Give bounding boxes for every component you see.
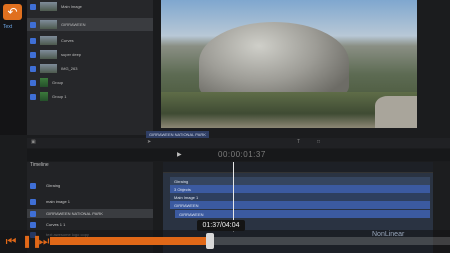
row-label: main image 1 [46, 199, 71, 204]
row-checkbox[interactable] [30, 182, 36, 189]
layer-name: Group 1 [52, 94, 67, 99]
layer-checkbox[interactable] [30, 3, 36, 10]
layer-checkbox[interactable] [30, 37, 36, 44]
title-overlay: GIRRAWEEN NATIONAL PARK [146, 131, 209, 138]
layer-name: IMG_263 [61, 66, 78, 71]
layer-checkbox[interactable] [30, 79, 36, 86]
row-label: Curves 1 1 [46, 222, 66, 227]
layer-name: Group [52, 80, 64, 85]
layer-item[interactable]: IMG_263 [27, 62, 153, 75]
canvas-viewer[interactable] [161, 0, 417, 128]
skip-forward-icon[interactable]: ⏭ [38, 234, 50, 248]
layer-item[interactable]: Group [27, 76, 153, 89]
select-tool-icon[interactable]: ➤ [147, 139, 151, 145]
layer-checkbox[interactable] [30, 93, 36, 100]
group-thumbnail [40, 92, 48, 101]
view-icon[interactable]: ▣ [31, 139, 36, 145]
back-icon[interactable]: ↶ [3, 4, 22, 20]
progress-fill [50, 237, 210, 245]
brand-logo: NonLinear [372, 231, 405, 238]
layer-name: super deep [61, 52, 82, 57]
layer-thumbnail [40, 2, 57, 11]
skip-back-icon[interactable]: ⏮ [5, 234, 17, 248]
timeline-row[interactable]: main image 1 [27, 197, 153, 206]
shape-tool-icon[interactable]: □ [317, 139, 320, 145]
row-checkbox[interactable] [30, 210, 36, 217]
row-checkbox[interactable] [30, 198, 36, 205]
row-label: GIRRAWEEN NATIONAL PARK [46, 211, 103, 216]
text-tool-icon[interactable]: T [297, 139, 300, 145]
timeline-row[interactable]: Girraing [27, 181, 153, 190]
timeline-row[interactable]: GIRRAWEEN NATIONAL PARK [27, 209, 153, 218]
panel-divider[interactable] [153, 0, 161, 135]
group-thumbnail [40, 78, 48, 87]
layer-thumbnail [40, 36, 57, 45]
row-checkbox[interactable] [30, 221, 36, 228]
play-icon[interactable]: ▶ [177, 151, 182, 158]
layer-item[interactable]: super deep [27, 48, 153, 61]
time-tooltip: 01:37/04:04 [197, 220, 245, 231]
layer-item[interactable]: Curves [27, 34, 153, 47]
row-label: Girraing [46, 183, 61, 188]
layers-panel: Main Image GIRRAWEEN Curves super deep I… [27, 0, 153, 135]
track-bar[interactable]: Girraing [170, 177, 430, 185]
left-tool-strip [0, 0, 27, 135]
layer-checkbox[interactable] [30, 21, 36, 28]
timecode-display: 00:00:01:37 [218, 150, 266, 159]
layer-thumbnail [40, 20, 57, 29]
rock-outcrop [375, 96, 417, 128]
pause-icon[interactable]: ❚❚ [22, 234, 42, 248]
layer-item[interactable]: Group 1 [27, 90, 153, 103]
layer-thumbnail [40, 64, 57, 73]
track-bar[interactable]: Main Image 1 [170, 193, 430, 201]
layer-item[interactable]: GIRRAWEEN [27, 18, 153, 31]
layer-checkbox[interactable] [30, 65, 36, 72]
timeline-ruler[interactable] [163, 162, 433, 173]
canvas-toolbar: ▣ ➤ T □ [27, 138, 450, 148]
track-bar[interactable]: GIRRAWEEN [170, 201, 430, 209]
boulder-image [199, 22, 349, 102]
track-bar[interactable]: GIRRAWEEN [175, 210, 430, 218]
layer-thumbnail [40, 50, 57, 59]
track-bar[interactable]: 3 Objects [170, 185, 430, 193]
timeline-row[interactable]: Curves 1 1 [27, 220, 153, 229]
timeline-title: Timeline [30, 162, 49, 168]
viewer-side-panel [417, 0, 450, 135]
layer-name: Curves [61, 38, 74, 43]
layer-item[interactable]: Main Image [27, 0, 153, 13]
layer-name: GIRRAWEEN [61, 22, 86, 27]
layer-name: Main Image [61, 4, 82, 9]
layer-checkbox[interactable] [30, 51, 36, 58]
progress-knob[interactable] [206, 233, 214, 249]
text-tool-label[interactable]: Text [3, 24, 12, 30]
